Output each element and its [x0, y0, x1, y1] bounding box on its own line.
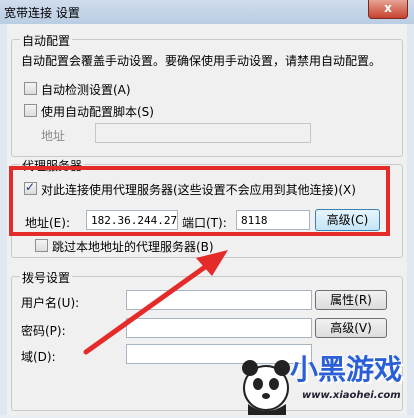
brand-url-text: www.xiaohei.com	[302, 390, 401, 401]
brand-name-text: 小黑游戏	[290, 353, 403, 386]
brand-watermark: 小黑游戏 www.xiaohei.com	[238, 344, 414, 415]
settings-window: 宽带连接 设置 x 自动配置 自动配置会覆盖手动设置。要确保使用手动设置，请禁用…	[0, 0, 414, 415]
